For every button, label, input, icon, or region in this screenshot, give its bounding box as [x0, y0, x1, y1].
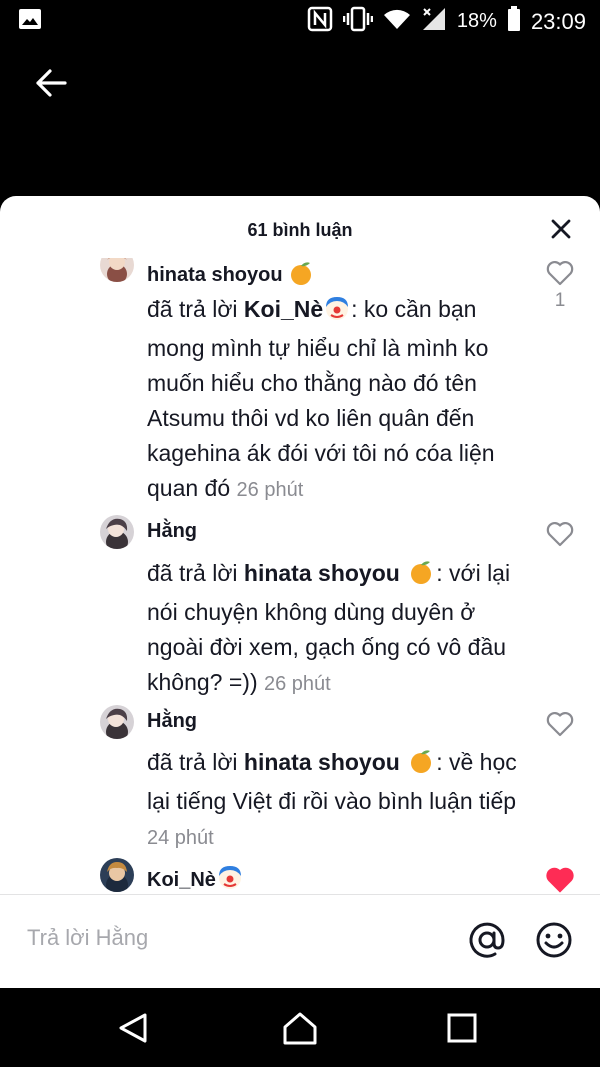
like-button[interactable] — [546, 711, 574, 737]
tangerine-icon — [406, 748, 436, 784]
emoji-button[interactable] — [534, 920, 574, 960]
reply-to-link[interactable]: hinata shoyou — [244, 560, 400, 586]
sheet-header: 61 bình luận — [0, 196, 600, 266]
close-button[interactable] — [550, 218, 572, 240]
comment-username[interactable]: Koi_Nè — [147, 864, 244, 894]
nfc-icon — [307, 6, 333, 37]
comment-time: 26 phút — [236, 479, 304, 501]
clown-icon — [323, 295, 351, 331]
reply-to-link[interactable]: hinata shoyou — [244, 749, 400, 775]
comment-time: 24 phút — [147, 827, 214, 849]
clown-icon — [216, 864, 244, 894]
comment-username[interactable]: Hằng — [147, 520, 197, 543]
clock: 23:09 — [530, 8, 586, 34]
battery-percent: 18% — [456, 10, 497, 32]
heart-icon — [546, 712, 574, 737]
nav-home-button[interactable] — [282, 1010, 318, 1046]
like-button[interactable] — [544, 866, 576, 893]
avatar[interactable] — [100, 705, 134, 739]
reply-prefix: đã trả lời — [147, 560, 244, 586]
comment-text: đã trả lời Koi_Nè: ko cần bạn mong mình … — [147, 292, 537, 508]
reply-prefix: đã trả lời — [147, 749, 244, 775]
heart-icon — [546, 522, 574, 547]
avatar[interactable] — [100, 258, 134, 282]
username-text: hinata shoyou — [147, 264, 283, 286]
heart-icon — [546, 261, 574, 286]
comment-text: đã trả lời hinata shoyou : về học lại ti… — [147, 745, 537, 856]
comment-text: đã trả lời hinata shoyou : với lại nói c… — [147, 556, 537, 702]
home-icon — [283, 1012, 317, 1045]
comment-time: 26 phút — [264, 673, 331, 695]
arrow-left-icon — [36, 69, 67, 97]
close-icon — [551, 219, 571, 239]
like-button[interactable] — [546, 521, 574, 547]
mention-button[interactable] — [467, 920, 507, 960]
tangerine-icon — [288, 261, 314, 291]
nav-recents-button[interactable] — [444, 1010, 480, 1046]
back-button[interactable] — [34, 66, 68, 100]
at-icon — [469, 922, 505, 958]
nav-back-button[interactable] — [116, 1010, 152, 1046]
comment-username[interactable]: hinata shoyou — [147, 261, 314, 291]
heart-icon — [546, 867, 574, 893]
reply-bar — [0, 894, 600, 988]
comment-list[interactable]: hinata shoyou đã trả lời Koi_Nè: ko cần … — [0, 258, 600, 894]
reply-to-link[interactable]: Koi_Nè — [244, 296, 323, 322]
system-nav-bar — [0, 988, 600, 1067]
reply-prefix: đã trả lời — [147, 296, 244, 322]
signal-icon — [421, 6, 447, 37]
square-recents-icon — [447, 1013, 477, 1043]
comment-message: : ko cần bạn mong mình tự hiểu chỉ là mì… — [147, 296, 495, 501]
smiley-icon — [536, 922, 572, 958]
like-button[interactable] — [546, 260, 574, 286]
reply-input[interactable] — [27, 925, 447, 951]
status-bar: 18% 23:09 — [0, 0, 600, 40]
comment-username[interactable]: Hằng — [147, 710, 197, 733]
username-text: Koi_Nè — [147, 869, 216, 891]
battery-icon — [507, 6, 521, 37]
triangle-back-icon — [119, 1013, 147, 1043]
like-count: 1 — [554, 290, 566, 311]
wifi-icon — [383, 8, 411, 35]
gallery-notification-icon — [18, 8, 42, 35]
tangerine-icon — [406, 559, 436, 595]
vibrate-icon — [342, 6, 374, 37]
avatar[interactable] — [100, 515, 134, 549]
comment-count-title: 61 bình luận — [247, 220, 353, 240]
comments-sheet: 61 bình luận hinata shoyou đã trả lời Ko… — [0, 196, 600, 988]
avatar[interactable] — [100, 858, 134, 892]
